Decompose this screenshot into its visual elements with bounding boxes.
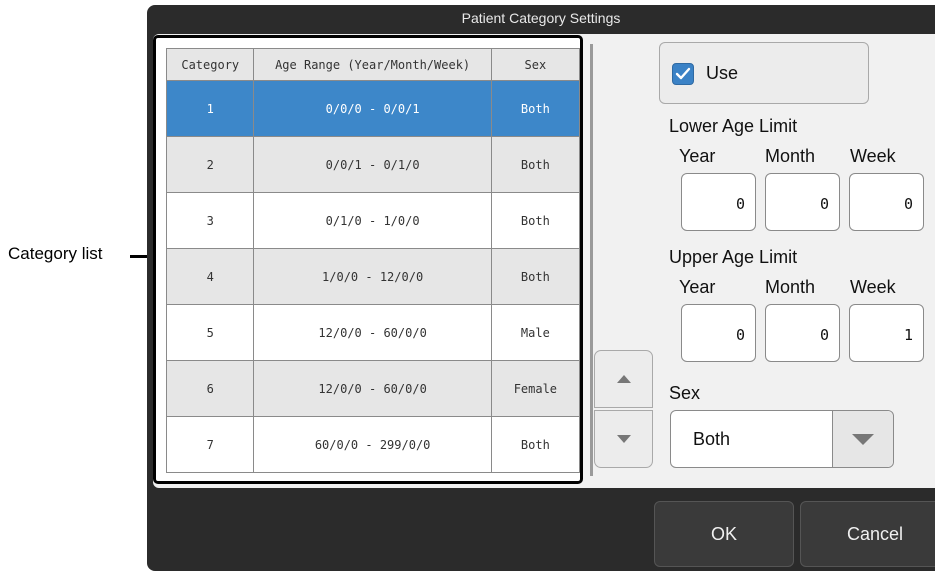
cell-category: 5	[165, 304, 255, 361]
dialog-title: Patient Category Settings	[461, 10, 621, 26]
cell-age-range: 0/0/0 - 0/0/1	[253, 80, 492, 137]
dialog-panel: Category Age Range (Year/Month/Week) Sex…	[153, 34, 935, 488]
category-list-callout: Category list	[8, 244, 103, 263]
upper-age-limit-label: Upper Age Limit	[669, 247, 798, 267]
header-age-range[interactable]: Age Range (Year/Month/Week)	[253, 48, 492, 81]
cell-age-range: 0/1/0 - 1/0/0	[253, 192, 492, 249]
cell-category: 3	[165, 192, 255, 249]
triangle-down-icon	[616, 435, 631, 443]
table-row[interactable]: 4 1/0/0 - 12/0/0 Both	[165, 248, 581, 305]
cell-sex: Female	[490, 360, 581, 417]
lower-year-field[interactable]: 0	[681, 173, 756, 231]
check-icon	[675, 67, 691, 80]
cell-sex: Both	[490, 80, 581, 137]
cell-sex: Both	[490, 136, 581, 193]
scrollbar-track[interactable]	[590, 44, 593, 476]
chevron-down-icon	[852, 433, 874, 445]
lower-age-limit-label: Lower Age Limit	[669, 116, 798, 136]
cell-age-range: 0/0/1 - 0/1/0	[253, 136, 492, 193]
header-category[interactable]: Category	[165, 48, 255, 81]
cell-category: 1	[165, 80, 255, 137]
patient-category-dialog: Patient Category Settings Category Age R…	[147, 5, 935, 571]
lower-month-label: Month	[765, 146, 816, 166]
category-table: Category Age Range (Year/Month/Week) Sex…	[165, 48, 581, 473]
use-checkbox[interactable]	[672, 63, 694, 85]
cancel-button[interactable]: Cancel	[800, 501, 935, 567]
cell-sex: Both	[490, 416, 581, 473]
cell-age-range: 1/0/0 - 12/0/0	[253, 248, 492, 305]
cell-sex: Both	[490, 248, 581, 305]
upper-year-field[interactable]: 0	[681, 304, 756, 362]
table-row[interactable]: 3 0/1/0 - 1/0/0 Both	[165, 192, 581, 249]
cell-category: 7	[165, 416, 255, 473]
upper-month-field[interactable]: 0	[765, 304, 840, 362]
dropdown-arrow-button[interactable]	[832, 411, 893, 467]
use-label: Use	[706, 63, 739, 83]
table-header-row: Category Age Range (Year/Month/Week) Sex	[165, 48, 581, 81]
use-toggle-button[interactable]: Use	[659, 42, 869, 104]
lower-week-label: Week	[850, 146, 896, 166]
table-row[interactable]: 1 0/0/0 - 0/0/1 Both	[165, 80, 581, 137]
lower-month-field[interactable]: 0	[765, 173, 840, 231]
cell-age-range: 12/0/0 - 60/0/0	[253, 360, 492, 417]
category-list-frame: Category Age Range (Year/Month/Week) Sex…	[153, 35, 583, 484]
cell-age-range: 12/0/0 - 60/0/0	[253, 304, 492, 361]
upper-week-label: Week	[850, 277, 896, 297]
table-row[interactable]: 2 0/0/1 - 0/1/0 Both	[165, 136, 581, 193]
sex-label: Sex	[669, 383, 701, 403]
table-row[interactable]: 7 60/0/0 - 299/0/0 Both	[165, 416, 581, 473]
triangle-up-icon	[616, 375, 631, 383]
sex-selected-value: Both	[693, 429, 731, 449]
scroll-up-button[interactable]	[594, 350, 653, 408]
upper-year-label: Year	[679, 277, 716, 297]
header-sex[interactable]: Sex	[490, 48, 581, 81]
upper-month-label: Month	[765, 277, 816, 297]
cell-category: 4	[165, 248, 255, 305]
cell-category: 6	[165, 360, 255, 417]
scroll-down-button[interactable]	[594, 410, 653, 468]
lower-year-label: Year	[679, 146, 716, 166]
cell-age-range: 60/0/0 - 299/0/0	[253, 416, 492, 473]
sex-dropdown[interactable]: Both	[670, 410, 894, 468]
cell-category: 2	[165, 136, 255, 193]
cell-sex: Male	[490, 304, 581, 361]
upper-week-field[interactable]: 1	[849, 304, 924, 362]
ok-button[interactable]: OK	[654, 501, 794, 567]
lower-week-field[interactable]: 0	[849, 173, 924, 231]
table-row[interactable]: 5 12/0/0 - 60/0/0 Male	[165, 304, 581, 361]
cell-sex: Both	[490, 192, 581, 249]
table-row[interactable]: 6 12/0/0 - 60/0/0 Female	[165, 360, 581, 417]
